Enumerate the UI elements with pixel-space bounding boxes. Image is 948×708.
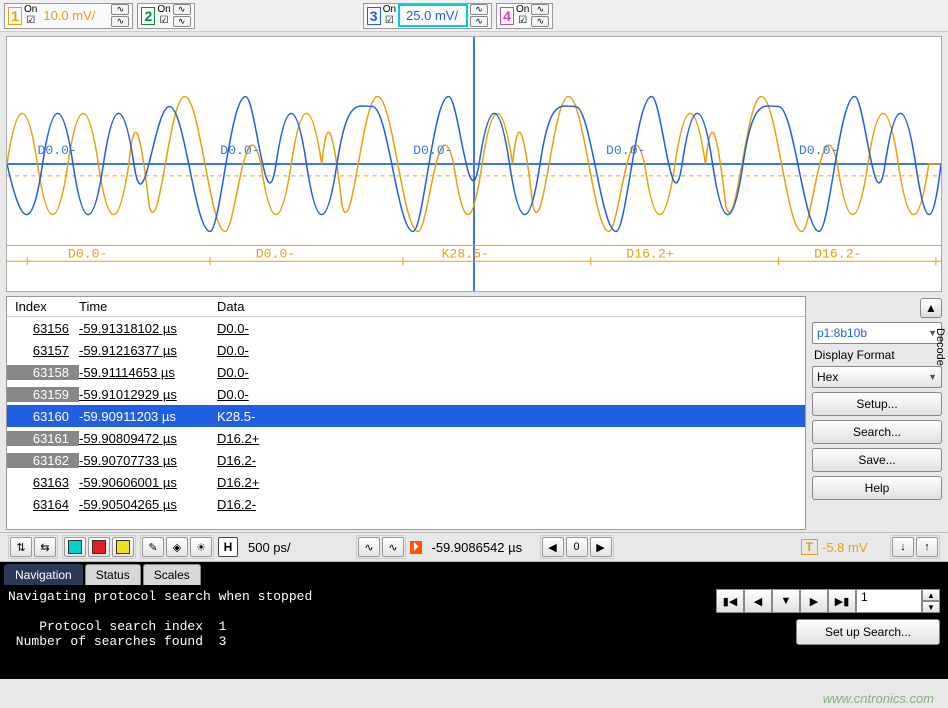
brightness-icon[interactable]: ☀	[190, 537, 212, 557]
color-cyan[interactable]	[64, 537, 86, 557]
side-controls: ▲ p1:8b10b▼ Display Format Hex▼ Setup...…	[812, 296, 942, 530]
color-yellow[interactable]	[112, 537, 134, 557]
svg-text:D0.0-: D0.0-	[220, 143, 260, 158]
step-left-icon[interactable]: ◀	[542, 537, 564, 557]
nav-index-input[interactable]: 1	[856, 589, 922, 613]
dc-icon[interactable]: ∿	[531, 16, 549, 27]
updown-icon[interactable]: ⇅	[10, 537, 32, 557]
display-format-label: Display Format	[812, 348, 942, 362]
table-row[interactable]: 63162-59.90707733 µsD16.2-	[7, 449, 805, 471]
channel-1-scale[interactable]: 10.0 mV/	[39, 8, 109, 23]
save-button[interactable]: Save...	[812, 448, 942, 472]
bottom-tabs: Navigation Status Scales	[0, 562, 948, 585]
nav-next-icon[interactable]: ▶	[800, 589, 828, 613]
timebase-value[interactable]: 500 ps/	[242, 540, 352, 555]
time-position[interactable]: -59.9086542 µs	[426, 540, 536, 555]
nav-down-icon[interactable]: ▼	[772, 589, 800, 613]
spin-down-icon[interactable]: ▼	[922, 601, 940, 613]
ac-icon[interactable]: ∿	[173, 4, 191, 15]
dc-icon[interactable]: ∿	[111, 16, 129, 27]
spin-up-icon[interactable]: ▲	[922, 589, 940, 601]
display-format-dropdown[interactable]: Hex▼	[812, 366, 942, 388]
nav-controls: ▮◀ ◀ ▼ ▶ ▶▮ 1 ▲ ▼	[716, 589, 940, 613]
waveform-display[interactable]: D0.0- D0.0- D0.0- D0.0- D0.0- D0.0- D0.0…	[6, 36, 942, 292]
channel-2-box[interactable]: 2 On☑ ∿∿	[137, 3, 194, 29]
svg-text:D16.2+: D16.2+	[626, 246, 674, 261]
channel-3-on[interactable]: On☑	[383, 5, 396, 26]
leftright-icon[interactable]: ⇆	[34, 537, 56, 557]
trig-down-icon[interactable]: ↓	[892, 537, 914, 557]
trig-up-icon[interactable]: ↑	[916, 537, 938, 557]
tab-navigation[interactable]: Navigation	[4, 564, 83, 585]
table-header: Index Time Data	[7, 297, 805, 317]
channel-1-on[interactable]: On☑	[24, 5, 37, 26]
channel-4-box[interactable]: 4 On☑ ∿∿	[496, 3, 553, 29]
channel-1-number: 1	[8, 7, 22, 25]
dc-icon[interactable]: ∿	[470, 16, 488, 27]
header-time[interactable]: Time	[79, 299, 217, 314]
tab-scales[interactable]: Scales	[143, 564, 201, 585]
ac-icon[interactable]: ∿	[111, 4, 129, 15]
nav-first-icon[interactable]: ▮◀	[716, 589, 744, 613]
channel-3-box[interactable]: 3 On☑ 25.0 mV/ ∿∿	[363, 3, 492, 29]
decode-vertical-label: Decode	[934, 328, 946, 366]
table-row[interactable]: 63159-59.91012929 µsD0.0-	[7, 383, 805, 405]
time-marker-icon: ⏵	[410, 541, 422, 554]
h-label-box[interactable]: H	[218, 537, 238, 557]
svg-text:D0.0-: D0.0-	[37, 143, 77, 158]
table-row[interactable]: 63158-59.91114653 µsD0.0-	[7, 361, 805, 383]
watermark-text: www.cntronics.com	[823, 691, 934, 706]
setup-search-button[interactable]: Set up Search...	[796, 619, 940, 645]
ac-icon[interactable]: ∿	[531, 4, 549, 15]
svg-text:D16.2-: D16.2-	[814, 246, 861, 261]
trigger-level[interactable]: -5.8 mV	[822, 540, 886, 555]
scroll-up-button[interactable]: ▲	[920, 298, 942, 318]
header-index[interactable]: Index	[7, 299, 79, 314]
channel-4-number: 4	[500, 7, 514, 25]
table-row[interactable]: 63156-59.91318102 µsD0.0-	[7, 317, 805, 339]
channel-3-number: 3	[367, 7, 381, 25]
search-button[interactable]: Search...	[812, 420, 942, 444]
step-right-icon[interactable]: ▶	[590, 537, 612, 557]
zoom-in-icon[interactable]: ∿	[358, 537, 380, 557]
svg-text:D0.0-: D0.0-	[68, 246, 108, 261]
tab-status[interactable]: Status	[85, 564, 141, 585]
table-row[interactable]: 63157-59.91216377 µsD0.0-	[7, 339, 805, 361]
svg-text:D0.0-: D0.0-	[413, 143, 453, 158]
trigger-t-label[interactable]: T	[801, 539, 818, 555]
setup-button[interactable]: Setup...	[812, 392, 942, 416]
header-data[interactable]: Data	[217, 299, 805, 314]
svg-text:K28.5-: K28.5-	[442, 246, 489, 261]
protocol-dropdown[interactable]: p1:8b10b▼	[812, 322, 942, 344]
dc-icon[interactable]: ∿	[173, 16, 191, 27]
channel-4-on[interactable]: On☑	[516, 5, 529, 26]
svg-text:D0.0-: D0.0-	[799, 143, 839, 158]
console-text: Navigating protocol search when stopped …	[8, 589, 716, 675]
table-body[interactable]: 63156-59.91318102 µsD0.0-63157-59.912163…	[7, 317, 805, 529]
channel-1-box[interactable]: 1 On☑ 10.0 mV/ ∿∿	[4, 3, 133, 29]
table-row[interactable]: 63161-59.90809472 µsD16.2+	[7, 427, 805, 449]
nav-prev-icon[interactable]: ◀	[744, 589, 772, 613]
table-row[interactable]: 63163-59.90606001 µsD16.2+	[7, 471, 805, 493]
tool-icon-1[interactable]: ✎	[142, 537, 164, 557]
decode-table: Index Time Data 63156-59.91318102 µsD0.0…	[6, 296, 806, 530]
channel-2-on[interactable]: On☑	[157, 5, 170, 26]
svg-text:D0.0-: D0.0-	[606, 143, 646, 158]
color-red[interactable]	[88, 537, 110, 557]
svg-text:D0.0-: D0.0-	[256, 246, 296, 261]
channel-3-scale[interactable]: 25.0 mV/	[398, 4, 468, 27]
table-row[interactable]: 63164-59.90504265 µsD16.2-	[7, 493, 805, 515]
channel-bar: 1 On☑ 10.0 mV/ ∿∿ 2 On☑ ∿∿ 3 On☑ 25.0 mV…	[0, 0, 948, 32]
help-button[interactable]: Help	[812, 476, 942, 500]
nav-last-icon[interactable]: ▶▮	[828, 589, 856, 613]
zero-button[interactable]: 0	[566, 537, 588, 557]
channel-2-number: 2	[141, 7, 155, 25]
console-area: Navigating protocol search when stopped …	[0, 585, 948, 679]
table-row[interactable]: 63160-59.90911203 µsK28.5-	[7, 405, 805, 427]
zoom-out-icon[interactable]: ∿	[382, 537, 404, 557]
tool-icon-2[interactable]: ◈	[166, 537, 188, 557]
bottom-toolbar: ⇅ ⇆ ✎ ◈ ☀ H 500 ps/ ∿ ∿ ⏵ -59.9086542 µs…	[0, 532, 948, 562]
ac-icon[interactable]: ∿	[470, 4, 488, 15]
